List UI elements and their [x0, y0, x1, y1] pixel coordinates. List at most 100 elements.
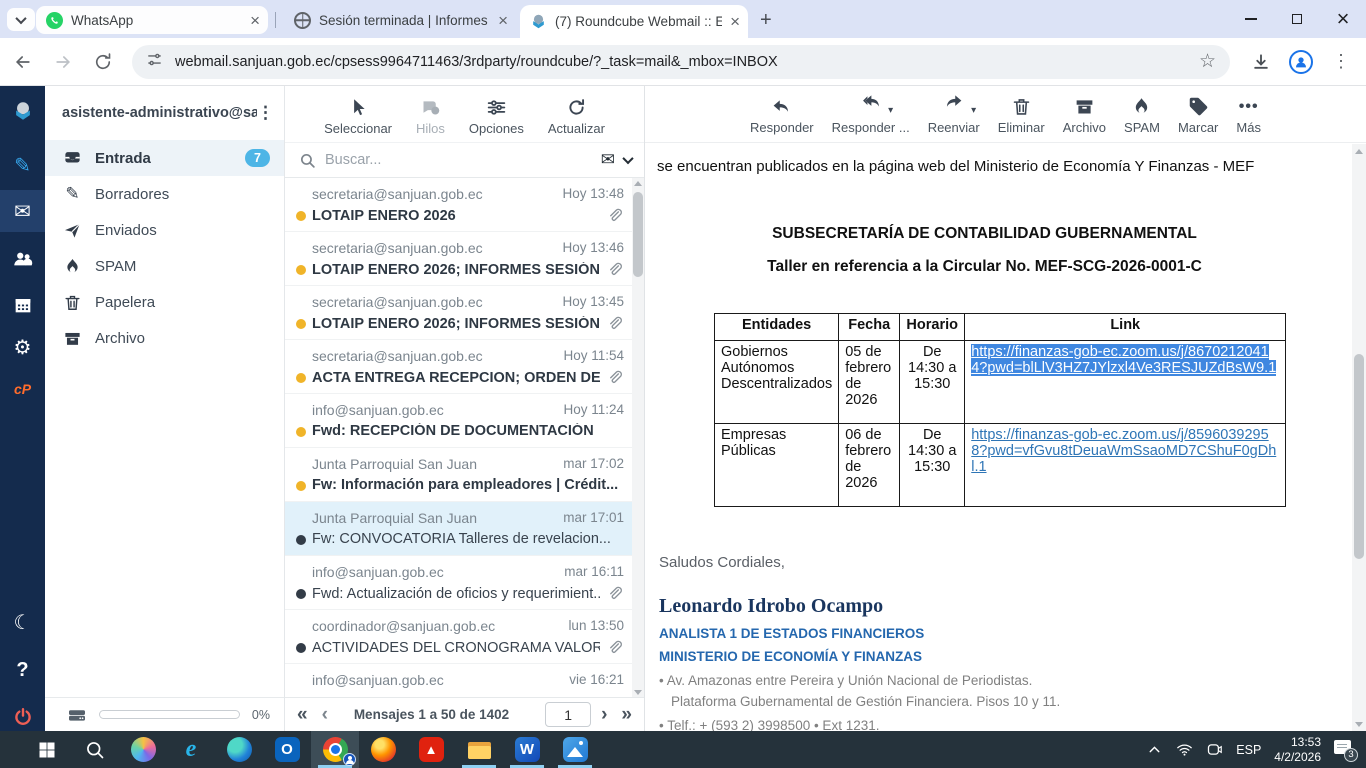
- page-number-input[interactable]: 1: [545, 702, 591, 727]
- tab-close-icon[interactable]: ×: [498, 12, 508, 29]
- mail-icon[interactable]: ✉: [0, 190, 45, 232]
- forward-icon: [943, 91, 964, 112]
- search-options-chevron-icon[interactable]: [622, 153, 633, 164]
- delete-button[interactable]: Eliminar: [998, 96, 1045, 135]
- folder-sent[interactable]: Enviados: [45, 212, 284, 248]
- minimize-button[interactable]: [1228, 0, 1274, 38]
- list-item[interactable]: secretaria@sanjuan.gob.ecHoy 13:46 LOTAI…: [285, 232, 632, 286]
- browser-menu-button[interactable]: ⋮: [1324, 45, 1358, 79]
- list-item[interactable]: info@sanjuan.gob.ecHoy 11:24 Fwd: RECEPC…: [285, 394, 632, 448]
- taskbar-copilot-button[interactable]: [119, 731, 167, 768]
- trash-icon: [63, 293, 82, 312]
- list-item[interactable]: info@sanjuan.gob.ecmar 16:11 Fwd: Actual…: [285, 556, 632, 610]
- forward-caret-icon[interactable]: ▾: [971, 105, 976, 116]
- language-indicator[interactable]: ESP: [1236, 743, 1261, 757]
- downloads-button[interactable]: [1244, 45, 1278, 79]
- chevron-down-icon: [15, 12, 26, 23]
- tab-close-icon[interactable]: ×: [250, 12, 260, 29]
- dark-mode-moon-icon[interactable]: ☾: [0, 601, 45, 643]
- forward-button[interactable]: ▾ Reenviar: [928, 91, 980, 135]
- last-page-button[interactable]: »: [621, 705, 632, 724]
- column-header: Fecha: [839, 314, 900, 341]
- tab-whatsapp[interactable]: WhatsApp ×: [36, 6, 268, 34]
- tray-expand-chevron-icon[interactable]: [1146, 741, 1163, 758]
- site-settings-icon[interactable]: [146, 51, 163, 73]
- taskbar-explorer-button[interactable]: [455, 731, 503, 768]
- settings-gear-icon[interactable]: ⚙: [0, 326, 45, 368]
- folder-inbox[interactable]: Entrada 7: [45, 140, 284, 176]
- list-item[interactable]: secretaria@sanjuan.gob.ecHoy 13:48 LOTAI…: [285, 178, 632, 232]
- next-page-button[interactable]: ›: [601, 705, 607, 724]
- tab-informes[interactable]: Sesión terminada | Informes Me ×: [284, 6, 516, 34]
- address-bar[interactable]: webmail.sanjuan.gob.ec/cpsess9964711463/…: [132, 45, 1230, 79]
- search-scope-mail-icon[interactable]: ✉: [601, 150, 615, 170]
- options-button[interactable]: Opciones: [469, 97, 524, 136]
- url-text[interactable]: webmail.sanjuan.gob.ec/cpsess9964711463/…: [175, 54, 1187, 70]
- list-item[interactable]: secretaria@sanjuan.gob.ecHoy 13:45 LOTAI…: [285, 286, 632, 340]
- folder-drafts[interactable]: ✎ Borradores: [45, 176, 284, 212]
- reply-all-button[interactable]: ▾ Responder ...: [832, 91, 910, 135]
- wifi-icon[interactable]: [1176, 741, 1193, 758]
- taskbar-edge-button[interactable]: [215, 731, 263, 768]
- folder-archive[interactable]: Archivo: [45, 320, 284, 356]
- taskbar-word-button[interactable]: W: [503, 731, 551, 768]
- archive-button[interactable]: Archivo: [1063, 96, 1106, 135]
- account-menu-icon[interactable]: ⋮: [257, 103, 274, 123]
- profile-avatar[interactable]: [1284, 45, 1318, 79]
- reply-button[interactable]: Responder: [750, 96, 814, 135]
- list-item-selected[interactable]: Junta Parroquial San Juanmar 17:01 Fw: C…: [285, 502, 632, 556]
- new-tab-button[interactable]: +: [760, 9, 772, 32]
- taskbar-acrobat-button[interactable]: ▲: [407, 731, 455, 768]
- help-icon[interactable]: ?: [0, 649, 45, 691]
- list-scrollbar-thumb[interactable]: [633, 192, 643, 277]
- reload-button[interactable]: [86, 45, 120, 79]
- compose-icon[interactable]: ✎: [0, 144, 45, 186]
- taskbar-chrome-button[interactable]: [311, 731, 359, 768]
- back-button[interactable]: [6, 45, 40, 79]
- spam-button[interactable]: SPAM: [1124, 96, 1160, 135]
- reader-scrollbar-thumb[interactable]: [1354, 354, 1364, 559]
- schedule-cell: De 14:30 a 15:30: [900, 341, 965, 424]
- taskbar-ie-button[interactable]: e: [167, 731, 215, 768]
- folder-label: SPAM: [95, 258, 272, 275]
- notification-center-button[interactable]: 3: [1334, 740, 1356, 760]
- contacts-icon[interactable]: [0, 238, 45, 280]
- tab-roundcube-active[interactable]: (7) Roundcube Webmail :: Entra ×: [520, 5, 748, 38]
- reader-scrollbar[interactable]: [1352, 144, 1366, 731]
- message-subject: ACTIVIDADES DEL CRONOGRAMA VALORA...: [312, 640, 600, 656]
- list-item[interactable]: Junta Parroquial San Juanmar 17:02 Fw: I…: [285, 448, 632, 502]
- list-scrollbar[interactable]: [632, 178, 644, 697]
- taskbar-search-button[interactable]: [71, 731, 119, 768]
- select-button[interactable]: Seleccionar: [324, 97, 392, 136]
- bookmark-star-icon[interactable]: ☆: [1199, 50, 1216, 73]
- taskbar-firefox-button[interactable]: [359, 731, 407, 768]
- app-rail: ✎ ✉ ⚙ cP ☾ ?: [0, 86, 45, 731]
- taskbar-photos-button[interactable]: [551, 731, 599, 768]
- zoom-link[interactable]: https://finanzas-gob-ec.zoom.us/j/859603…: [971, 427, 1276, 475]
- forward-button[interactable]: [46, 45, 80, 79]
- start-button[interactable]: [23, 731, 71, 768]
- calendar-icon[interactable]: [0, 284, 45, 326]
- cpanel-icon[interactable]: cP: [0, 368, 45, 410]
- folder-spam[interactable]: SPAM: [45, 248, 284, 284]
- refresh-button[interactable]: Actualizar: [548, 97, 605, 136]
- tab-close-icon[interactable]: ×: [730, 13, 740, 30]
- tab-search-button[interactable]: [7, 8, 35, 31]
- list-item[interactable]: secretaria@sanjuan.gob.ecHoy 11:54 ACTA …: [285, 340, 632, 394]
- reply-all-caret-icon[interactable]: ▾: [888, 105, 893, 116]
- folder-trash[interactable]: Papelera: [45, 284, 284, 320]
- message-subject: Fw: Información para empleadores | Crédi…: [312, 477, 624, 493]
- zoom-link-selected[interactable]: https://finanzas-gob-ec.zoom.us/j/867021…: [971, 344, 1276, 376]
- list-item[interactable]: coordinador@sanjuan.gob.eclun 13:50 ACTI…: [285, 610, 632, 664]
- maximize-button[interactable]: [1274, 0, 1320, 38]
- mark-button[interactable]: Marcar: [1178, 96, 1218, 135]
- more-button[interactable]: ••• Más: [1236, 96, 1261, 135]
- search-input[interactable]: [325, 152, 592, 168]
- first-page-button[interactable]: «: [297, 705, 308, 724]
- meet-now-icon[interactable]: [1206, 741, 1223, 758]
- clock[interactable]: 13:53 4/2/2026: [1274, 735, 1321, 765]
- threads-button[interactable]: Hilos: [416, 97, 445, 136]
- list-item[interactable]: info@sanjuan.gob.ecvie 16:21: [285, 664, 632, 697]
- taskbar-outlook-button[interactable]: O: [263, 731, 311, 768]
- close-window-button[interactable]: ×: [1320, 0, 1366, 38]
